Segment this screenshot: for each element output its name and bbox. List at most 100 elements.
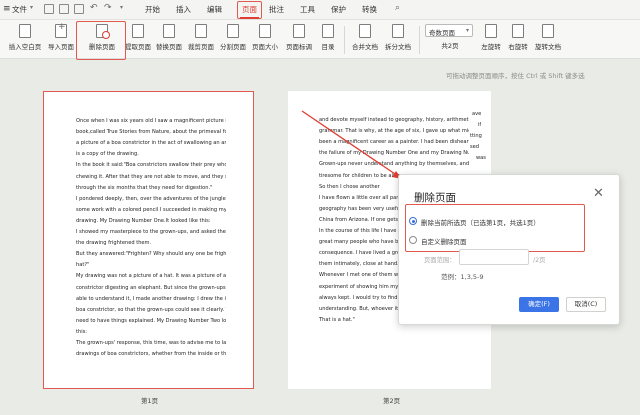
toolbar-divider [419, 26, 420, 54]
page-text-line: the drawing frightened them. [76, 240, 152, 247]
active-tab-indicator [240, 17, 259, 19]
page-text-line: But they answered:"Frighten? Why should … [76, 251, 226, 258]
button-label: 旋转文档 [535, 43, 561, 51]
redo-icon[interactable]: ↷ [104, 3, 112, 13]
page-size-icon [259, 24, 271, 38]
page-label-button[interactable]: 页面标调 [284, 22, 314, 58]
page-label-icon [293, 24, 305, 38]
merge-doc-icon [359, 24, 371, 38]
insert-blank-page-button[interactable]: 插入空白页 [6, 22, 44, 58]
page-text-fragment: was [476, 155, 486, 161]
dialog-title: 删除页面 [414, 192, 456, 204]
import-page-icon [55, 22, 67, 38]
page-text-line: The grown-ups' response, this time, was … [76, 340, 226, 346]
page-text-fragment: ave [472, 111, 482, 117]
page-text-line: drawings of boa constrictors, whether fr… [76, 351, 226, 358]
page-text-line: and devote myself instead to geography, … [319, 117, 469, 123]
page-range-example: 范例：1,3,5-9 [441, 273, 484, 281]
page-range-input[interactable] [459, 249, 529, 265]
chevron-down-icon[interactable]: ▾ [120, 4, 123, 11]
option-delete-custom-label[interactable]: 自定义删除页面 [421, 236, 467, 246]
page-text-line: the failure of my Drawing Number One and… [319, 150, 469, 157]
page-text-line: drawing. My Drawing Number One.It looked… [76, 217, 211, 224]
save-icon[interactable] [59, 4, 69, 14]
cancel-button[interactable]: 取消(C) [566, 297, 606, 312]
button-label: 裁剪页面 [188, 43, 214, 51]
button-label: 分割页面 [220, 43, 246, 51]
split-page-icon [227, 24, 239, 38]
button-label: 左旋转 [481, 43, 501, 51]
page-text-line: boa constrictor, so that the grown-ups c… [76, 306, 226, 313]
tab-protect[interactable]: 保护 [331, 4, 346, 15]
menu-icon[interactable]: ≡ [3, 4, 11, 14]
file-menu[interactable]: 文件 [12, 4, 27, 15]
toolbar-divider [344, 26, 345, 54]
split-doc-icon [392, 24, 404, 38]
option-delete-current-label[interactable]: 删除当前所选页（已选第1页，共选1页） [421, 217, 540, 227]
search-icon[interactable]: ⌕ [395, 3, 400, 13]
crop-page-icon [195, 24, 207, 38]
page-text-line: through the six months that they need fo… [76, 184, 213, 191]
page-text-line: need to have things explained. My Drawin… [76, 317, 226, 324]
extract-page-button[interactable]: 提取页面 [124, 22, 152, 58]
page-text-line: Grown-ups never understand anything by t… [319, 161, 469, 168]
radio-delete-custom[interactable] [409, 236, 417, 244]
menu-bar: ≡ 文件 ▾ ↶ ↷ ▾ 开始 插入 编辑 页面 批注 工具 保护 转换 ⌕ [0, 0, 640, 20]
page-text-line: constrictor digesting an elephant. But s… [76, 284, 226, 291]
button-label: 目录 [321, 43, 335, 51]
button-label: 提取页面 [125, 43, 151, 51]
page-filter-value: 奇数页面 [429, 29, 455, 37]
tab-start[interactable]: 开始 [145, 4, 160, 15]
split-doc-button[interactable]: 拆分文档 [383, 22, 413, 58]
page-range-label: 页面范围： [424, 257, 456, 264]
toc-icon [322, 24, 334, 38]
page-thumbnail-1[interactable]: Once when I was six years old I saw a ma… [43, 91, 254, 389]
toc-button[interactable]: 目录 [318, 22, 338, 58]
page-filter-select[interactable]: 奇数页面 ▾ [425, 24, 473, 37]
page-text-line: some work with a colored pencil I succee… [76, 206, 226, 213]
tab-insert[interactable]: 插入 [176, 4, 191, 15]
delete-page-dialog: 删除页面 ✕ 删除当前所选页（已选第1页，共选1页） 自定义删除页面 页面范围：… [398, 174, 620, 325]
close-icon[interactable]: ✕ [593, 187, 604, 200]
undo-icon[interactable]: ↶ [90, 3, 98, 13]
page-text-line: I pondered deeply, then, over the advent… [76, 195, 226, 202]
page-range-suffix: /2页 [533, 257, 546, 264]
merge-doc-button[interactable]: 合并文档 [350, 22, 380, 58]
page-text-line: In the book it said:"Boa constrictors sw… [76, 162, 226, 169]
page-size-button[interactable]: 页面大小 [251, 22, 279, 58]
radio-delete-current[interactable] [409, 217, 417, 225]
button-label: 右旋转 [508, 43, 528, 51]
page-text-line: My drawing was not a picture of a hat. I… [76, 273, 226, 280]
rotate-doc-button[interactable]: 旋转文档 [532, 22, 564, 58]
split-page-button[interactable]: 分割页面 [219, 22, 247, 58]
import-page-button[interactable]: 导入页面 [46, 22, 76, 58]
rotate-right-button[interactable]: 右旋转 [505, 22, 531, 58]
print-icon[interactable] [74, 4, 84, 14]
button-label: 拆分文档 [385, 43, 411, 51]
page-text-fragment: if [478, 122, 482, 128]
page-text-line: is a copy of the drawing. [76, 151, 139, 158]
page-label-1: 第1页 [141, 397, 159, 405]
page-text-line: Once when I was six years old I saw a ma… [76, 118, 226, 124]
button-label: 页面大小 [252, 43, 278, 51]
rotate-left-button[interactable]: 左旋转 [478, 22, 504, 58]
crop-page-button[interactable]: 裁剪页面 [187, 22, 215, 58]
chevron-down-icon: ▾ [30, 4, 34, 11]
folder-icon[interactable] [44, 4, 54, 14]
page-text-line: chewing it. After that they are not able… [76, 173, 226, 180]
button-label: 插入空白页 [8, 43, 42, 51]
replace-page-button[interactable]: 替换页面 [155, 22, 183, 58]
button-label: 页面标调 [286, 43, 312, 51]
confirm-button[interactable]: 确定(F) [519, 297, 559, 312]
rotate-right-icon [512, 24, 524, 38]
page-text-fragment: tting [470, 133, 482, 139]
page-text-line: been a magnificent career as a painter. … [319, 139, 469, 146]
tab-edit[interactable]: 编辑 [207, 4, 222, 15]
tab-tools[interactable]: 工具 [300, 4, 315, 15]
page-text-line: able to understand it, I made another dr… [76, 295, 226, 302]
tab-comment[interactable]: 批注 [269, 4, 284, 15]
tab-convert[interactable]: 转换 [362, 4, 377, 15]
page-text-line: I showed my masterpiece to the grown-ups… [76, 229, 226, 235]
button-label: 替换页面 [156, 43, 182, 51]
drag-hint: 可拖动调整页面顺序，按住 Ctrl 或 Shift 键多选 [446, 72, 585, 80]
